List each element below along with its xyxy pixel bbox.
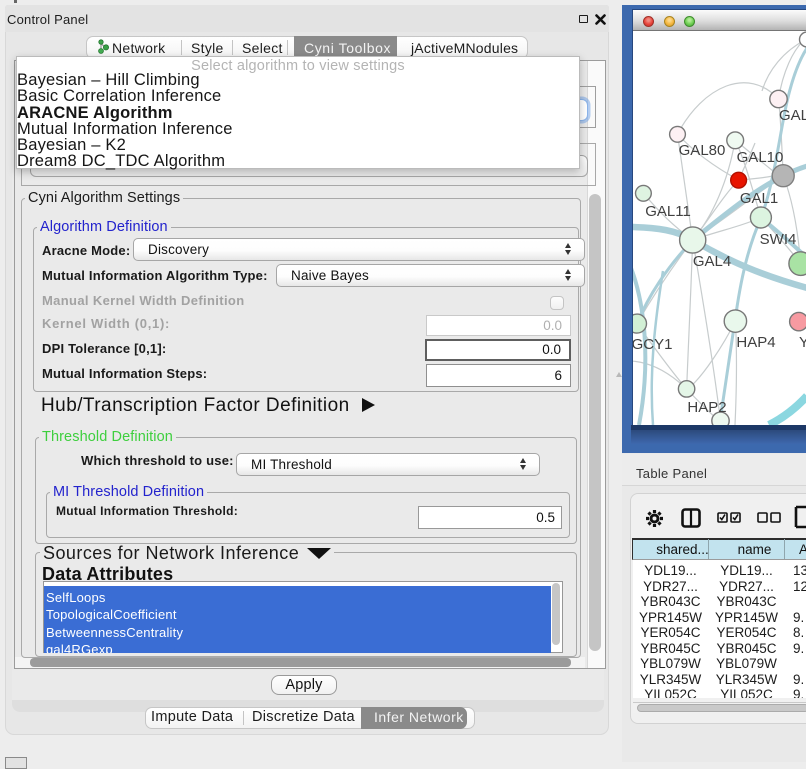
- svg-text:YD: YD: [799, 334, 806, 351]
- svg-text:GAL1: GAL1: [740, 190, 778, 207]
- svg-text:GAL4: GAL4: [693, 253, 731, 270]
- svg-text:GAL8: GAL8: [779, 107, 806, 124]
- svg-text:HAP2: HAP2: [687, 399, 726, 416]
- svg-text:HAP4: HAP4: [736, 334, 775, 351]
- svg-text:GAL11: GAL11: [645, 203, 691, 220]
- svg-text:GAL10: GAL10: [737, 149, 784, 166]
- svg-text:SWI4: SWI4: [760, 231, 797, 248]
- svg-text:GAL80: GAL80: [679, 142, 726, 159]
- svg-text:GCY1: GCY1: [633, 336, 672, 353]
